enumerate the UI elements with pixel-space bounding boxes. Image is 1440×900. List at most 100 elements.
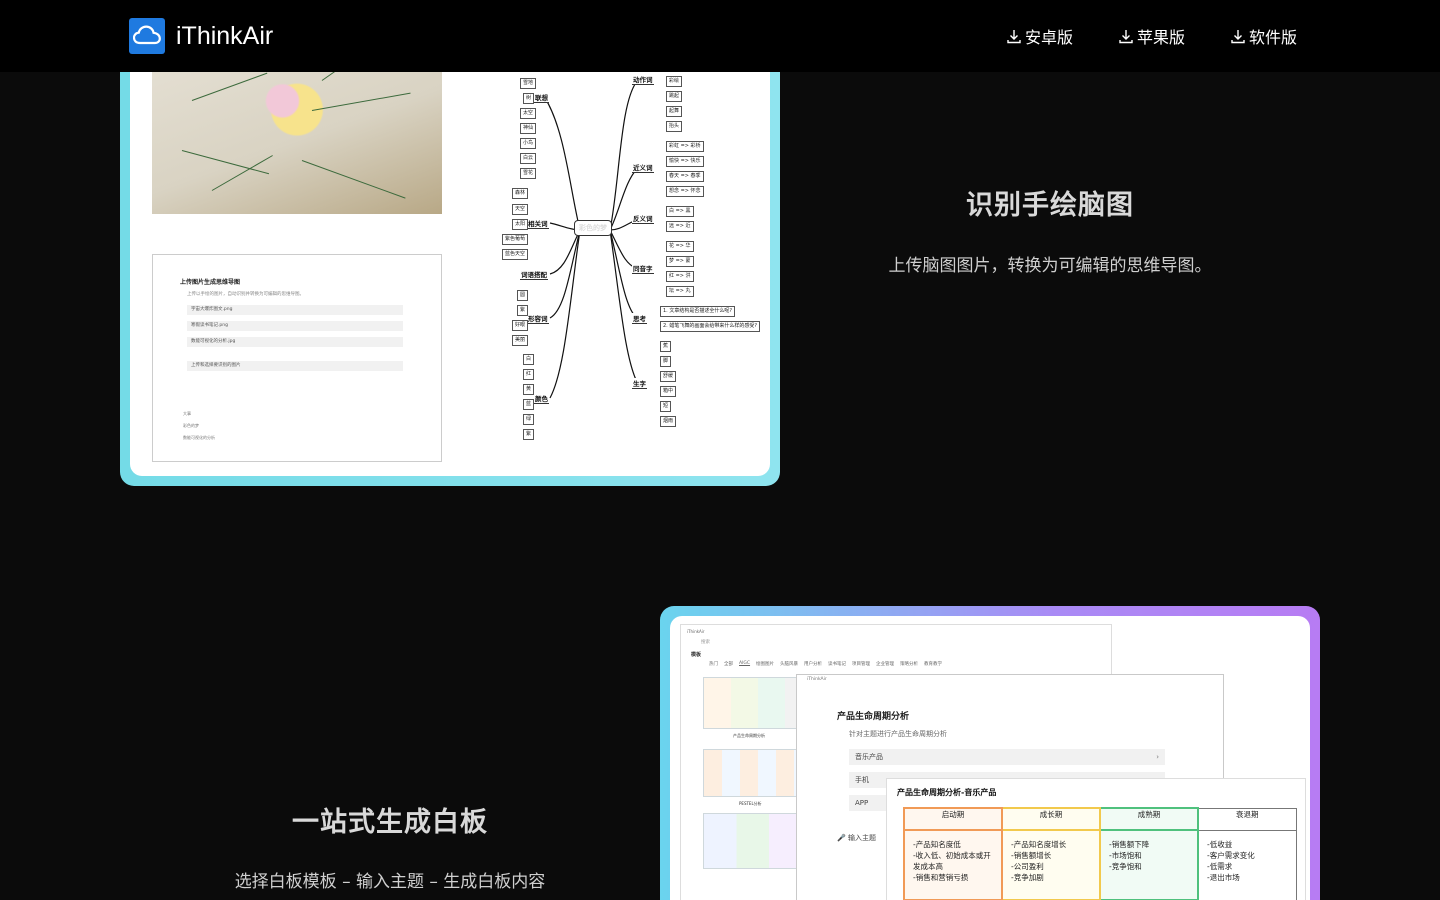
stage-item: -销售额下降 bbox=[1109, 840, 1150, 849]
mindmap-leaf[interactable]: 短 bbox=[660, 401, 672, 412]
mindmap-leaf[interactable]: 小鸟 bbox=[520, 138, 537, 149]
tab-user-analysis[interactable]: 用户分析 bbox=[804, 661, 822, 667]
mindmap-leaf[interactable]: 白 bbox=[523, 354, 535, 365]
gallery-app-title: iThinkAir bbox=[687, 629, 705, 634]
download-ios-label: 苹果版 bbox=[1137, 28, 1186, 47]
recent-item[interactable]: 数能可视化的分析 bbox=[183, 435, 215, 441]
mindmap-leaf[interactable]: 梦 => 蒙 bbox=[666, 256, 694, 267]
mindmap-leaf[interactable]: 森林 bbox=[512, 188, 529, 199]
mindmap-leaf[interactable]: 脚 bbox=[660, 356, 672, 367]
stage-header: 成熟期 bbox=[1099, 807, 1199, 831]
file-item[interactable]: 寒假读书笔记.png bbox=[187, 321, 403, 331]
mindmap-leaf[interactable]: 想念 => 怀念 bbox=[666, 186, 704, 197]
mindmap-leaf[interactable]: 起舞 bbox=[666, 106, 683, 117]
mindmap-leaf[interactable]: 太阳 bbox=[512, 219, 529, 230]
mindmap-leaf[interactable]: 彩虹 => 彩桥 bbox=[666, 141, 704, 152]
mindmap-center-node[interactable]: 彩色的梦 bbox=[574, 220, 612, 236]
mindmap-leaf[interactable]: 坛 => 丸 bbox=[666, 286, 694, 297]
topic-input[interactable]: 🎤 输入主题 bbox=[837, 833, 876, 843]
mindmap-leaf[interactable]: 跳起 bbox=[666, 91, 683, 102]
top-navigation-bar: iThinkAir 安卓版 苹果版 软件版 bbox=[0, 0, 1440, 72]
mindmap-node[interactable]: 联想 bbox=[534, 92, 549, 103]
mindmap-node[interactable]: 近义词 bbox=[632, 162, 654, 173]
upload-image-button[interactable]: 上传和选择要识别的图片 bbox=[187, 361, 403, 371]
mindmap-leaf[interactable]: 抬头 bbox=[666, 121, 683, 132]
stage-item: -产品知名度低 bbox=[913, 840, 961, 849]
mindmap-leaf[interactable]: 雪花 bbox=[520, 168, 537, 179]
mindmap-leaf[interactable]: 圆 bbox=[517, 290, 529, 301]
mindmap-leaf[interactable]: 蓝 bbox=[523, 399, 535, 410]
mindmap-node[interactable]: 相关词 bbox=[527, 218, 549, 229]
download-desktop-link[interactable]: 软件版 bbox=[1230, 24, 1297, 48]
mindmap-leaf[interactable]: 太空 bbox=[520, 108, 537, 119]
mindmap-leaf[interactable]: 白 => 黑 bbox=[666, 206, 694, 217]
mindmap-leaf[interactable]: 黄 bbox=[523, 384, 535, 395]
mindmap-node[interactable]: 思考 bbox=[632, 313, 647, 324]
dialog-app-title: iThinkAir bbox=[807, 677, 827, 682]
tab-brainstorm[interactable]: 头脑风暴 bbox=[780, 661, 798, 667]
download-android-link[interactable]: 安卓版 bbox=[1006, 24, 1073, 48]
mindmap-node[interactable]: 词语搭配 bbox=[520, 269, 548, 280]
mindmap-leaf[interactable]: 树 bbox=[523, 93, 535, 104]
tab-all[interactable]: 全部 bbox=[724, 661, 733, 667]
mindmap-node[interactable]: 生字 bbox=[632, 378, 647, 389]
mindmap-leaf[interactable]: 白云 bbox=[520, 153, 537, 164]
tab-hot[interactable]: 热门 bbox=[709, 661, 718, 667]
microphone-icon[interactable]: 🎤 bbox=[837, 834, 846, 842]
mindmap-leaf[interactable]: 1. 文章结构是否描述全什么呢? bbox=[660, 306, 736, 317]
mindmap-leaf[interactable]: 紫 bbox=[517, 305, 529, 316]
mindmap-leaf[interactable]: 美丽 bbox=[512, 335, 529, 346]
recent-item[interactable]: 彩色的梦 bbox=[183, 423, 199, 429]
mindmap-node[interactable]: 反义词 bbox=[632, 213, 654, 224]
upload-dialog-subtitle: 上传以手绘的图片，自动识别并转换为可编辑的思维导图。 bbox=[187, 292, 304, 297]
mindmap-leaf[interactable]: 红 bbox=[523, 369, 535, 380]
file-item[interactable]: 宇宙大爆炸图文.png bbox=[187, 305, 403, 315]
mindmap-leaf[interactable]: 好眼 bbox=[512, 320, 529, 331]
lifecycle-table: 启动期 成长期 成熟期 衰退期 -产品知名度低 -收入低、初始成本或开发成本高 … bbox=[903, 807, 1297, 900]
recent-item[interactable]: 大事 bbox=[183, 411, 191, 417]
handdrawn-demo-card: 上传图片生成思维导图 上传以手绘的图片，自动识别并转换为可编辑的思维导图。 宇宙… bbox=[120, 40, 780, 486]
tab-aigc[interactable]: AIGC bbox=[739, 661, 750, 667]
mindmap-node[interactable]: 动作词 bbox=[632, 74, 654, 85]
mindmap-node[interactable]: 形容词 bbox=[527, 313, 549, 324]
mindmap-leaf[interactable]: 春天 => 春季 bbox=[666, 171, 704, 182]
mindmap-leaf[interactable]: 紫色葡萄 bbox=[502, 234, 529, 245]
download-ios-link[interactable]: 苹果版 bbox=[1118, 24, 1185, 48]
mindmap-leaf[interactable]: 天空 bbox=[512, 204, 529, 215]
whiteboard-demo-screenshot: iThinkAir 搜索 模板 热门 全部 AIGC 绘图图片 头脑风暴 用户分… bbox=[670, 616, 1310, 900]
upload-image-dialog: 上传图片生成思维导图 上传以手绘的图片，自动识别并转换为可编辑的思维导图。 宇宙… bbox=[152, 254, 442, 462]
tab-drawing[interactable]: 绘图图片 bbox=[756, 661, 774, 667]
stage-header: 成长期 bbox=[1001, 807, 1101, 831]
mindmap-leaf[interactable]: 花 => 华 bbox=[666, 241, 694, 252]
mindmap-leaf[interactable]: 绿 bbox=[523, 414, 535, 425]
tab-enterprise[interactable]: 企业管理 bbox=[876, 661, 894, 667]
stage-item: -销售额增长 bbox=[1011, 851, 1052, 860]
mindmap-leaf[interactable]: 烟雨 bbox=[660, 416, 677, 427]
cloud-icon[interactable] bbox=[129, 18, 165, 54]
mindmap-node[interactable]: 颜色 bbox=[534, 393, 549, 404]
mindmap-node[interactable]: 同音字 bbox=[632, 263, 654, 274]
topic-input-label: 输入主题 bbox=[847, 834, 876, 842]
mindmap-leaf[interactable]: 彩绘 bbox=[666, 76, 683, 87]
brand-name[interactable]: iThinkAir bbox=[176, 19, 273, 53]
mindmap-leaf[interactable]: 紫 bbox=[523, 429, 535, 440]
mindmap-leaf[interactable]: 2. 蜡笔飞舞的画面会给带来什么样的感受? bbox=[660, 321, 761, 332]
mindmap-leaf[interactable]: 神仙 bbox=[520, 123, 537, 134]
mindmap-leaf[interactable]: 雪地 bbox=[520, 78, 537, 89]
mindmap-leaf[interactable]: 箱中 bbox=[660, 386, 677, 397]
tab-education[interactable]: 教育教学 bbox=[924, 661, 942, 667]
stage-cell: -产品知名度增长 -销售额增长 -公司盈利 -竞争加剧 bbox=[1001, 829, 1101, 900]
tab-project[interactable]: 项目管理 bbox=[852, 661, 870, 667]
gallery-search-input[interactable]: 搜索 bbox=[701, 639, 710, 645]
mindmap-leaf[interactable]: 蓝色天空 bbox=[502, 249, 529, 260]
mindmap-leaf[interactable]: 红 => 洪 bbox=[666, 271, 694, 282]
mindmap-leaf[interactable]: 蕉 bbox=[660, 341, 672, 352]
file-item[interactable]: 数能可视化的分析.jpg bbox=[187, 337, 403, 347]
tab-strategy[interactable]: 策略分析 bbox=[900, 661, 918, 667]
mindmap-leaf[interactable]: 愉快 => 快乐 bbox=[666, 156, 704, 167]
mindmap-leaf[interactable]: 舒缓 bbox=[660, 371, 677, 382]
mindmap-leaf[interactable]: 远 => 近 bbox=[666, 221, 694, 232]
tab-reading-notes[interactable]: 读书笔记 bbox=[828, 661, 846, 667]
upload-dialog-title: 上传图片生成思维导图 bbox=[180, 279, 241, 286]
topic-option[interactable]: 音乐产品 › bbox=[849, 749, 1165, 765]
